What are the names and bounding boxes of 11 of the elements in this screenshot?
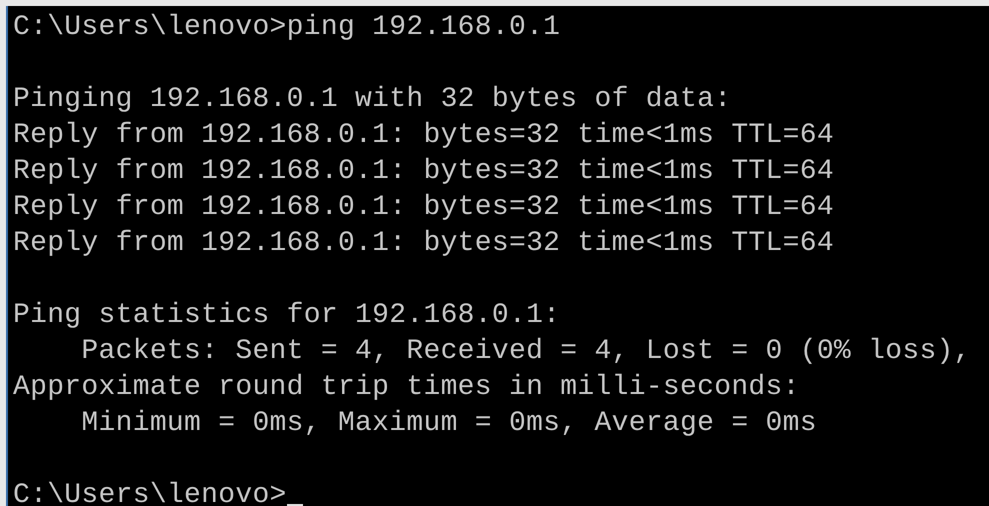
console-line: Approximate round trip times in milli-seconds: <box>13 371 800 405</box>
console-line: Pinging 192.168.0.1 with 32 bytes of data: <box>13 83 732 117</box>
console-line: Minimum = 0ms, Maximum = 0ms, Average = 0ms <box>80 407 817 441</box>
console-line: Ping statistics for 192.168.0.1: <box>13 299 560 333</box>
console-line: C:\Users\lenovo>ping 192.168.0.1 <box>13 11 560 45</box>
console-line: Reply from 192.168.0.1: bytes=32 time<1ms TTL=64 <box>13 191 834 225</box>
console-line: C:\Users\lenovo> <box>13 479 287 506</box>
console-line: Reply from 192.168.0.1: bytes=32 time<1ms TTL=64 <box>13 155 834 189</box>
console-line: Reply from 192.168.0.1: bytes=32 time<1ms TTL=64 <box>13 227 834 261</box>
console-line: Packets: Sent = 4, Received = 4, Lost = 0 (0% loss), <box>80 335 971 369</box>
console-line: Reply from 192.168.0.1: bytes=32 time<1ms TTL=64 <box>13 119 834 153</box>
